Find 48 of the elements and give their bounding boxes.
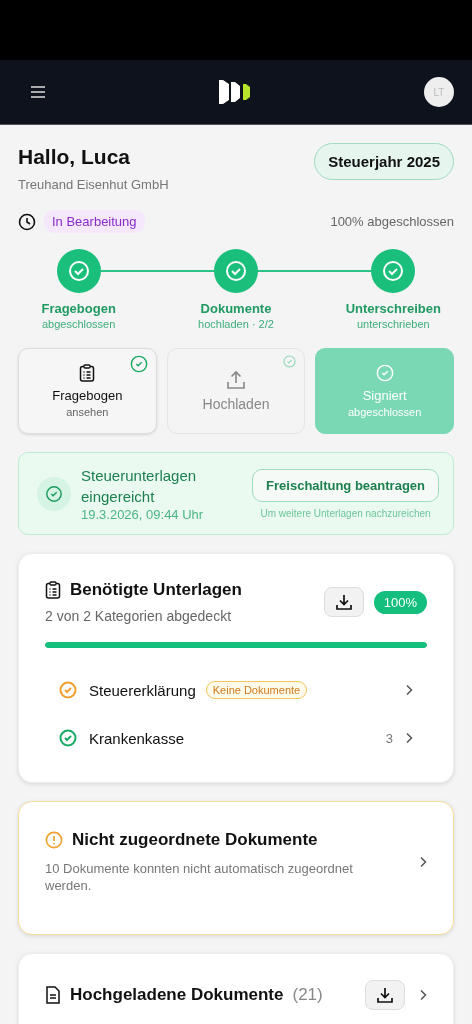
check-circle-icon (37, 476, 71, 511)
menu-icon[interactable] (30, 85, 46, 99)
greeting-title: Hallo, Luca (18, 145, 132, 169)
category-row[interactable]: Krankenkasse 3 (59, 714, 413, 762)
chevron-right-icon (419, 856, 427, 868)
document-icon (45, 986, 61, 1004)
step-status: hochladen · 2/2 (198, 318, 274, 330)
download-icon (334, 593, 353, 611)
logo-icon (218, 79, 252, 105)
chevron-right-icon (419, 989, 427, 1001)
clock-icon (18, 212, 36, 231)
step-label: Dokumente (200, 301, 272, 316)
unlock-hint: Um weitere Unterlagen nachzureichen (260, 507, 431, 519)
card-title: Nicht zugeordnete Dokumente (72, 830, 318, 850)
step-label: Fragebogen (41, 301, 116, 316)
uploaded-documents-card[interactable]: Hochgeladene Dokumente (21) (18, 953, 454, 1024)
chevron-right-icon (405, 684, 413, 696)
category-row[interactable]: Steuererklärung Keine Dokumente (59, 666, 413, 714)
card-title: Benötigte Unterlagen (70, 580, 242, 600)
status-badge: In Bearbeitung (44, 210, 145, 233)
step-status: abgeschlossen (41, 318, 116, 330)
document-count: (21) (292, 985, 323, 1005)
step-status: unterschrieben (356, 318, 430, 330)
warning-icon (45, 831, 63, 849)
category-name: Steuererklärung (89, 681, 196, 699)
card-title: Hochgeladene Dokumente (70, 985, 284, 1005)
percent-badge: 100% (373, 590, 427, 614)
chevron-right-icon (405, 732, 413, 744)
document-count: 3 (385, 730, 393, 746)
action-card[interactable]: Fragebogen ansehen (18, 348, 157, 434)
coverage-text: 2 von 2 Kategorien abgedeckt (45, 608, 233, 624)
tax-year-button[interactable]: Steuerjahr 2025 (314, 143, 454, 180)
clipboard-icon (79, 364, 96, 382)
card-description: 10 Dokumente konnten nicht automatisch zugeordnet werden. (45, 860, 354, 894)
progress-text: 100% abgeschlossen (330, 214, 454, 229)
company-name: Treuhand Eisenhut GmbH (18, 177, 169, 192)
clipboard-icon (45, 581, 61, 599)
request-unlock-button[interactable]: Freischaltung beantragen (252, 468, 439, 502)
upload-icon (226, 370, 246, 390)
download-icon (376, 986, 394, 1004)
submitted-date: 19.3.2026, 09:44 Uhr (81, 507, 205, 522)
unassigned-documents-card[interactable]: Nicht zugeordnete Dokumente 10 Dokumente konnten nicht automatisch zugeordnet werden. (18, 801, 454, 935)
step-label: Unterschreiben (345, 301, 441, 316)
status-badge: Keine Dokumente (205, 681, 308, 699)
download-button[interactable] (323, 587, 364, 617)
category-name: Krankenkasse (89, 729, 185, 747)
download-button[interactable] (365, 980, 405, 1010)
submitted-title: Steuerunterlagen eingereicht (81, 466, 198, 507)
